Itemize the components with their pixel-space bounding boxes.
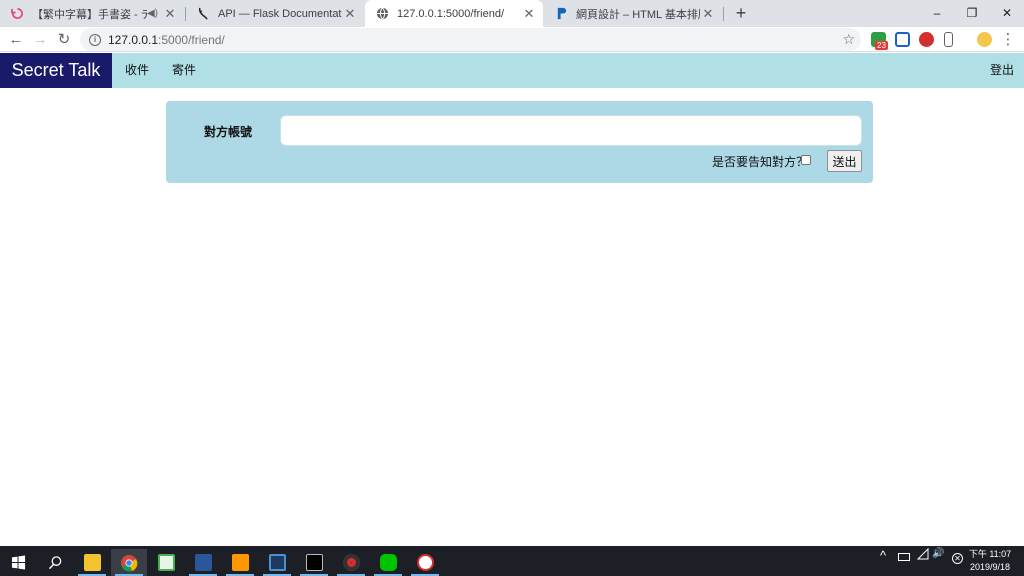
site-navbar: Secret Talk 收件 寄件 登出	[0, 53, 1024, 88]
tab-html-tutorial[interactable]: 網頁設計 – HTML 基本排版 | 博客 ✕	[544, 0, 722, 27]
flask-icon	[196, 7, 210, 21]
tab-title: API — Flask Documentation (1	[218, 7, 342, 20]
logout-link[interactable]: 登出	[990, 53, 1014, 88]
close-icon[interactable]: ✕	[342, 6, 358, 22]
recorder-icon[interactable]	[333, 549, 369, 576]
window-close-button[interactable]: ✕	[990, 0, 1024, 27]
nav-sent-link[interactable]: 寄件	[172, 53, 196, 88]
reload-button[interactable]: ↻	[54, 30, 74, 50]
chrome-menu-button[interactable]: ⋮	[998, 30, 1018, 50]
tray-chevron-icon[interactable]: ^	[880, 548, 886, 563]
notify-label: 是否要告知對方？	[712, 155, 809, 169]
tab-title: 127.0.0.1:5000/friend/	[397, 7, 505, 20]
tab-separator	[723, 7, 724, 21]
minimize-button[interactable]: –	[920, 0, 954, 27]
windows-start-icon[interactable]	[0, 549, 36, 576]
account-label: 對方帳號	[204, 125, 253, 139]
word-icon[interactable]	[185, 549, 221, 576]
extension-lock-icon[interactable]	[895, 32, 910, 47]
clock-time: 下午 11:07	[968, 549, 1012, 559]
nav-inbox-link[interactable]: 收件	[125, 53, 149, 88]
terminal-icon[interactable]	[296, 549, 332, 576]
submit-button[interactable]: 送出	[827, 150, 862, 172]
extension-badge: 23	[875, 41, 888, 50]
bookmark-star-icon[interactable]: ☆	[842, 31, 855, 48]
tab-title: 網頁設計 – HTML 基本排版 | 博客	[576, 8, 700, 21]
taskbar-clock[interactable]: 下午 11:07 2019/9/18	[964, 548, 1016, 574]
close-icon[interactable]: ✕	[700, 6, 716, 22]
globe-icon	[375, 7, 389, 21]
network-app-icon[interactable]	[407, 549, 443, 576]
tab-friend-page[interactable]: 127.0.0.1:5000/friend/ ✕	[365, 0, 543, 27]
browser-titlebar: 【繁中字幕】手書姿 - テル一 ◀) ✕ API — Flask Documen…	[0, 0, 1024, 27]
account-input[interactable]	[280, 115, 862, 146]
address-bar[interactable]: i 127.0.0.1:5000/friend/ ☆	[80, 28, 861, 51]
notify-checkbox[interactable]	[801, 155, 811, 165]
sublime-text-icon[interactable]	[222, 549, 258, 576]
brand-logo[interactable]: Secret Talk	[0, 53, 112, 88]
file-explorer-icon[interactable]	[74, 549, 110, 576]
tab-flask-docs[interactable]: API — Flask Documentation (1 ✕	[186, 0, 364, 27]
line-icon[interactable]	[370, 549, 406, 576]
restore-button[interactable]: ❐	[955, 0, 989, 27]
extension-bulb-icon[interactable]	[977, 32, 992, 47]
add-friend-form: 對方帳號 是否要告知對方？ 送出	[166, 101, 873, 183]
speaker-icon[interactable]: ◀)	[147, 8, 158, 19]
close-icon[interactable]: ✕	[521, 6, 537, 22]
tab-title: 【繁中字幕】手書姿 - テル一	[32, 8, 147, 21]
tab-video[interactable]: 【繁中字幕】手書姿 - テル一 ◀) ✕	[0, 0, 184, 27]
refresh-icon	[10, 7, 24, 21]
chrome-icon[interactable]	[111, 549, 147, 576]
back-button[interactable]: ←	[6, 30, 26, 50]
url-host: 127.0.0.1	[108, 32, 159, 47]
windows-taskbar	[0, 546, 1024, 576]
battery-icon[interactable]	[898, 553, 910, 561]
notepad-icon[interactable]	[148, 549, 184, 576]
volume-icon[interactable]: 🔊	[932, 548, 944, 559]
extension-phone-icon[interactable]	[944, 32, 953, 47]
url-path: :5000/friend/	[158, 32, 225, 47]
forward-button[interactable]: →	[30, 30, 50, 50]
visual-studio-icon[interactable]	[259, 549, 295, 576]
clock-date: 2019/9/18	[969, 562, 1011, 572]
notification-off-icon[interactable]: ✕	[952, 553, 963, 564]
close-icon[interactable]: ✕	[162, 6, 178, 22]
extension-red-icon[interactable]	[919, 32, 934, 47]
wifi-icon[interactable]	[916, 547, 929, 563]
info-icon[interactable]: i	[89, 33, 101, 46]
search-icon[interactable]	[37, 549, 73, 576]
new-tab-button[interactable]: +	[731, 3, 751, 23]
site-icon	[554, 7, 568, 21]
